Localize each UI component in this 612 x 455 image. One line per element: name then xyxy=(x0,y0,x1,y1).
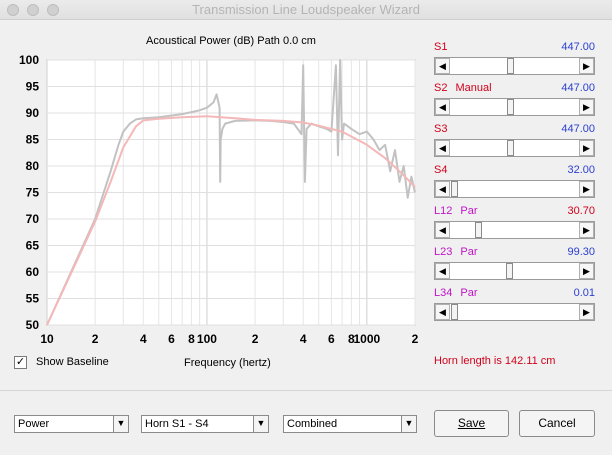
param-mode-l34: Par xyxy=(460,287,478,299)
y-tick-label: 60 xyxy=(26,265,40,279)
slider-thumb[interactable] xyxy=(507,140,515,156)
y-tick-label: 65 xyxy=(26,239,40,253)
param-name-l34: L34 Par xyxy=(434,287,478,299)
x-tick-label: 100 xyxy=(197,332,217,346)
slider-left-arrow-icon[interactable]: ◀ xyxy=(435,222,450,238)
slider-s2[interactable]: ◀ ▶ xyxy=(434,98,595,116)
slider-right-arrow-icon[interactable]: ▶ xyxy=(579,99,594,115)
slider-l34[interactable]: ◀ ▶ xyxy=(434,303,595,321)
x-tick-label: 10 xyxy=(40,332,54,346)
param-value-l23: 99.30 xyxy=(567,246,595,258)
slider-right-arrow-icon[interactable]: ▶ xyxy=(579,140,594,156)
cancel-button[interactable]: Cancel xyxy=(519,410,595,437)
x-tick-label: 4 xyxy=(140,332,147,346)
slider-l23[interactable]: ◀ ▶ xyxy=(434,262,595,280)
param-name-s3: S3 xyxy=(434,123,448,135)
slider-right-arrow-icon[interactable]: ▶ xyxy=(579,263,594,279)
x-tick-label: 6 xyxy=(168,332,175,346)
y-tick-label: 80 xyxy=(26,159,40,173)
slider-left-arrow-icon[interactable]: ◀ xyxy=(435,263,450,279)
combine-dropdown[interactable]: Combined ▼ xyxy=(283,415,417,433)
slider-left-arrow-icon[interactable]: ◀ xyxy=(435,181,450,197)
chevron-down-icon: ▼ xyxy=(113,416,128,432)
y-tick-label: 100 xyxy=(19,53,39,67)
slider-right-arrow-icon[interactable]: ▶ xyxy=(579,222,594,238)
slider-right-arrow-icon[interactable]: ▶ xyxy=(579,181,594,197)
y-tick-label: 70 xyxy=(26,212,40,226)
mode-dropdown-value: Power xyxy=(18,418,50,430)
y-tick-label: 85 xyxy=(26,133,40,147)
slider-left-arrow-icon[interactable]: ◀ xyxy=(435,140,450,156)
y-tick-label: 90 xyxy=(26,106,40,120)
cancel-button-label: Cancel xyxy=(538,416,576,430)
param-value-l12: 30.70 xyxy=(567,205,595,217)
x-tick-label: 8 xyxy=(188,332,195,346)
chart-title: Acoustical Power (dB) Path 0.0 cm xyxy=(146,35,316,47)
show-baseline-checkbox[interactable]: ✓ xyxy=(14,356,27,369)
divider xyxy=(0,390,612,391)
param-value-s1: 447.00 xyxy=(561,41,595,53)
param-name-l23: L23 Par xyxy=(434,246,478,258)
horn-length-text: Horn length is 142.11 cm xyxy=(434,355,556,367)
param-value-s4: 32.00 xyxy=(567,164,595,176)
slider-thumb[interactable] xyxy=(451,181,458,197)
x-tick-label: 2 xyxy=(412,332,419,346)
param-name-l12: L12 Par xyxy=(434,205,478,217)
param-value-s2: 447.00 xyxy=(561,82,595,94)
x-tick-label: 1000 xyxy=(354,332,381,346)
x-tick-label: 2 xyxy=(92,332,99,346)
title-bar: Transmission Line Loudspeaker Wizard xyxy=(0,0,612,20)
y-tick-label: 55 xyxy=(26,292,40,306)
save-button-label: Save xyxy=(457,416,486,430)
slider-left-arrow-icon[interactable]: ◀ xyxy=(435,304,450,320)
y-tick-label: 50 xyxy=(26,318,40,332)
slider-s3[interactable]: ◀ ▶ xyxy=(434,139,595,157)
slider-s4[interactable]: ◀ ▶ xyxy=(434,180,595,198)
slider-right-arrow-icon[interactable]: ▶ xyxy=(579,304,594,320)
param-value-l34: 0.01 xyxy=(573,287,595,299)
wizard-content: Acoustical Power (dB) Path 0.0 cm 100 95 9… xyxy=(0,20,612,455)
slider-thumb[interactable] xyxy=(475,222,483,238)
combine-dropdown-value: Combined xyxy=(287,418,338,430)
param-name-s4: S4 xyxy=(434,164,448,176)
slider-left-arrow-icon[interactable]: ◀ xyxy=(435,99,450,115)
slider-thumb[interactable] xyxy=(505,263,513,279)
slider-thumb[interactable] xyxy=(507,99,515,115)
slider-s1[interactable]: ◀ ▶ xyxy=(434,57,595,75)
frequency-response-chart: 1009590858075706560555010 2 4 6 8 100 2 4 6 81000… xyxy=(19,53,419,346)
y-tick-label: 75 xyxy=(26,186,40,200)
mode-dropdown[interactable]: Power ▼ xyxy=(14,415,129,433)
range-dropdown[interactable]: Horn S1 - S4 ▼ xyxy=(141,415,269,433)
x-tick-label: 4 xyxy=(300,332,307,346)
x-tick-label: 2 xyxy=(252,332,259,346)
param-mode-s2: Manual xyxy=(455,82,492,94)
slider-left-arrow-icon[interactable]: ◀ xyxy=(435,58,450,74)
y-tick-label: 95 xyxy=(26,80,40,94)
chevron-down-icon: ▼ xyxy=(401,416,416,432)
param-mode-l23: Par xyxy=(460,246,478,258)
wizard-window: Transmission Line Loudspeaker Wizard Aco… xyxy=(0,0,612,455)
save-button[interactable]: Save xyxy=(434,410,509,437)
slider-l12[interactable]: ◀ ▶ xyxy=(434,221,595,239)
x-axis-label: Frequency (hertz) xyxy=(184,357,271,369)
window-title: Transmission Line Loudspeaker Wizard xyxy=(192,2,420,17)
slider-thumb[interactable] xyxy=(507,58,515,74)
slider-right-arrow-icon[interactable]: ▶ xyxy=(579,58,594,74)
param-name-s1: S1 xyxy=(434,41,448,53)
param-name-s2: S2 Manual xyxy=(434,82,492,94)
slider-thumb[interactable] xyxy=(451,304,458,320)
chevron-down-icon: ▼ xyxy=(253,416,268,432)
param-mode-l12: Par xyxy=(460,205,478,217)
x-tick-label: 6 xyxy=(328,332,335,346)
range-dropdown-value: Horn S1 - S4 xyxy=(145,418,209,430)
show-baseline-label: Show Baseline xyxy=(36,356,109,368)
param-value-s3: 447.00 xyxy=(561,123,595,135)
